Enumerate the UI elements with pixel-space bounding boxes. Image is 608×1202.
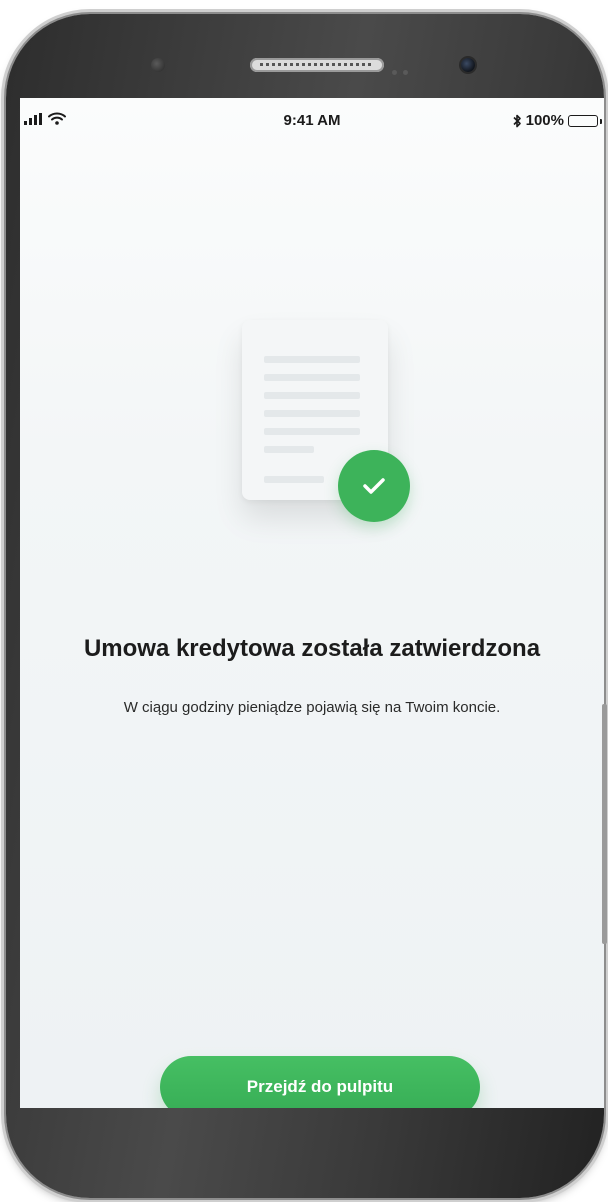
battery-percent: 100% — [525, 112, 564, 129]
page: 9:41 AM 100% Umowa kredytowa została zat… — [0, 0, 608, 1202]
checkmark-icon — [363, 478, 385, 494]
status-right: 100% — [512, 112, 602, 129]
status-bar: 9:41 AM 100% — [20, 98, 604, 142]
proximity-sensor — [151, 58, 165, 72]
confirmation-title: Umowa kredytowa została zatwierdzona — [83, 635, 541, 662]
sensor-dots — [392, 62, 422, 75]
battery-icon — [568, 114, 602, 127]
front-camera — [461, 58, 475, 72]
phone-top-bezel — [6, 14, 604, 98]
phone-frame: 9:41 AM 100% Umowa kredytowa została zat… — [6, 14, 607, 1198]
confirmation-message: W ciągu godziny pieniądze pojawią się na… — [123, 699, 501, 716]
earpiece-speaker — [250, 58, 384, 72]
go-to-dashboard-button[interactable]: Przejdź do pulpitu — [160, 1056, 480, 1108]
bluetooth-icon — [513, 114, 521, 127]
phone-bottom-bezel — [6, 1108, 604, 1198]
confirmation-illustration — [242, 320, 422, 522]
check-circle-icon — [338, 450, 410, 522]
phone-side-button — [602, 704, 607, 944]
app-screen: 9:41 AM 100% Umowa kredytowa została zat… — [20, 98, 604, 1108]
